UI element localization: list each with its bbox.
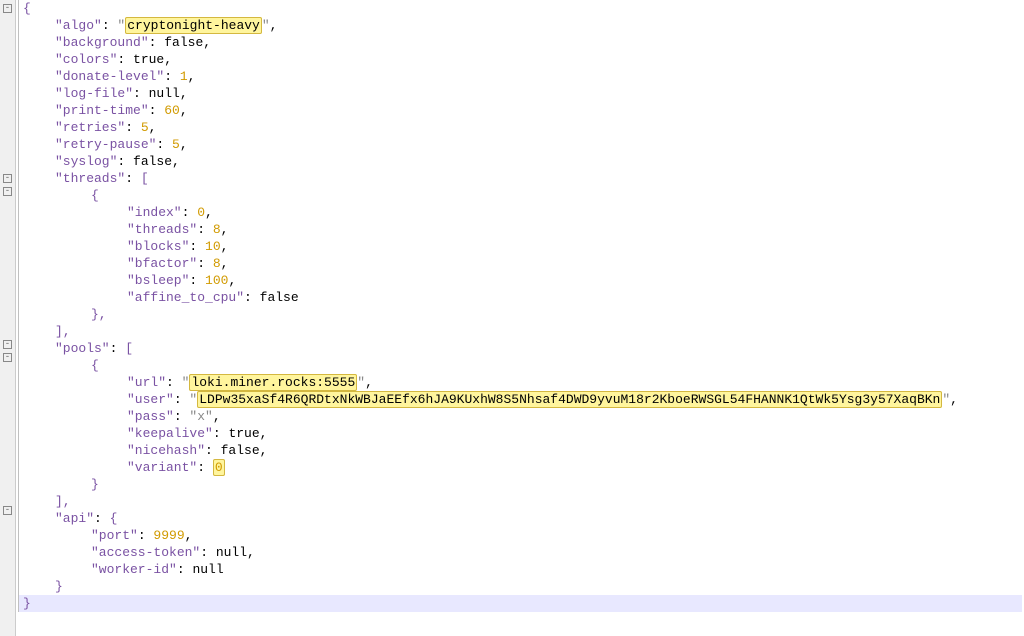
fold-toggle[interactable]: - bbox=[3, 4, 12, 13]
code-line: "log-file": null, bbox=[18, 85, 1022, 102]
code-line: { bbox=[18, 357, 1022, 374]
fold-toggle[interactable]: - bbox=[3, 353, 12, 362]
highlight: cryptonight-heavy bbox=[125, 17, 262, 34]
fold-toggle[interactable]: - bbox=[3, 187, 12, 196]
code-line-selected: } bbox=[18, 595, 1022, 612]
code-line: "access-token": null, bbox=[18, 544, 1022, 561]
code-line: "worker-id": null bbox=[18, 561, 1022, 578]
code-line: "affine_to_cpu": false bbox=[18, 289, 1022, 306]
code-line: "pools": [ bbox=[18, 340, 1022, 357]
code-line: } bbox=[18, 578, 1022, 595]
code-line: } bbox=[18, 476, 1022, 493]
code-line: "nicehash": false, bbox=[18, 442, 1022, 459]
code-line: ], bbox=[18, 323, 1022, 340]
code-line: "colors": true, bbox=[18, 51, 1022, 68]
code-line: "threads": [ bbox=[18, 170, 1022, 187]
highlight: loki.miner.rocks:5555 bbox=[189, 374, 357, 391]
code-line: "user": "LDPw35xaSf4R6QRDtxNkWBJaEEfx6hJ… bbox=[18, 391, 1022, 408]
code-line: "retry-pause": 5, bbox=[18, 136, 1022, 153]
code-line: ], bbox=[18, 493, 1022, 510]
code-line: "retries": 5, bbox=[18, 119, 1022, 136]
fold-gutter: - - - - - - bbox=[0, 0, 16, 636]
code-line: "port": 9999, bbox=[18, 527, 1022, 544]
highlight: LDPw35xaSf4R6QRDtxNkWBJaEEfx6hJA9KUxhW8S… bbox=[197, 391, 942, 408]
code-line: "syslog": false, bbox=[18, 153, 1022, 170]
code-line: "print-time": 60, bbox=[18, 102, 1022, 119]
code-line: { bbox=[18, 187, 1022, 204]
code-line: "url": "loki.miner.rocks:5555", bbox=[18, 374, 1022, 391]
code-line: "pass": "x", bbox=[18, 408, 1022, 425]
fold-toggle[interactable]: - bbox=[3, 340, 12, 349]
code-line: "bfactor": 8, bbox=[18, 255, 1022, 272]
code-line: "variant": 0 bbox=[18, 459, 1022, 476]
code-line: "keepalive": true, bbox=[18, 425, 1022, 442]
code-line: "bsleep": 100, bbox=[18, 272, 1022, 289]
code-line: "api": { bbox=[18, 510, 1022, 527]
fold-toggle[interactable]: - bbox=[3, 506, 12, 515]
code-line: "background": false, bbox=[18, 34, 1022, 51]
code-line: { bbox=[18, 0, 1022, 17]
code-line: "threads": 8, bbox=[18, 221, 1022, 238]
code-editor[interactable]: { "algo": "cryptonight-heavy", "backgrou… bbox=[16, 0, 1024, 636]
code-line: }, bbox=[18, 306, 1022, 323]
highlight: 0 bbox=[213, 459, 225, 476]
fold-toggle[interactable]: - bbox=[3, 174, 12, 183]
code-line: "index": 0, bbox=[18, 204, 1022, 221]
code-line: "blocks": 10, bbox=[18, 238, 1022, 255]
code-line: "donate-level": 1, bbox=[18, 68, 1022, 85]
code-line: "algo": "cryptonight-heavy", bbox=[18, 17, 1022, 34]
